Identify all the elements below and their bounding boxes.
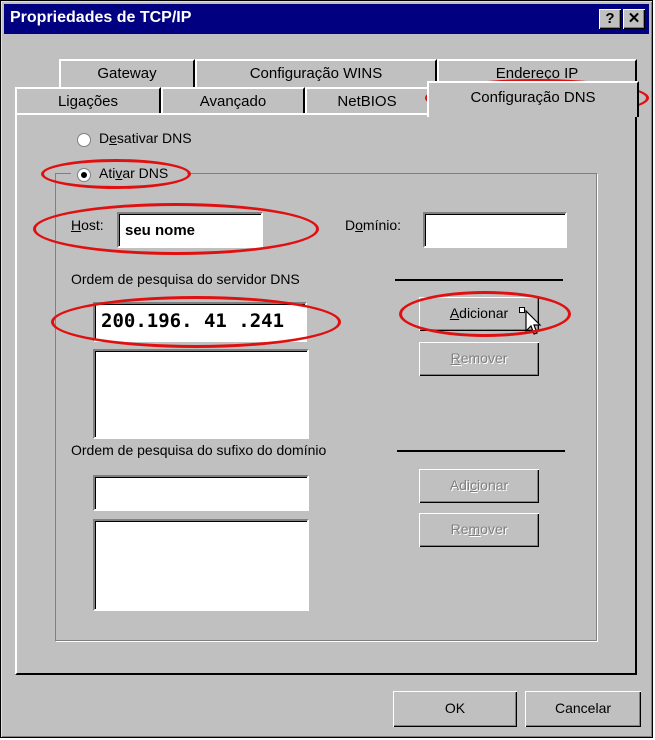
label-part: over <box>480 521 508 537</box>
window-title: Propriedades de TCP/IP <box>10 9 192 26</box>
label-part: sativar DNS <box>116 130 192 146</box>
separator-line <box>397 450 565 452</box>
tab-gateway[interactable]: Gateway <box>59 59 195 87</box>
label-part: D <box>345 217 356 233</box>
help-icon: ? <box>605 10 615 27</box>
title-bar[interactable]: Propriedades de TCP/IP ? ✕ <box>4 4 649 34</box>
disable-dns-label[interactable]: Desativar DNS <box>99 130 192 146</box>
label-part: mínio: <box>362 217 402 233</box>
suffix-order-label: Ordem de pesquisa do sufixo do domínio <box>71 442 327 458</box>
tab-bindings[interactable]: Ligações <box>15 87 161 115</box>
tab-wins[interactable]: Configuração WINS <box>195 59 437 87</box>
tab-label: Configuração WINS <box>249 65 383 82</box>
suffix-list[interactable] <box>93 519 309 611</box>
tab-label: NetBIOS <box>337 93 397 110</box>
tab-label: Ligações <box>57 93 119 110</box>
disable-dns-radio[interactable] <box>77 133 91 147</box>
label-accesskey: o <box>355 217 363 233</box>
button-label: Remover <box>451 350 508 366</box>
remove-suffix-button[interactable]: Remover <box>419 513 539 547</box>
suffix-input[interactable] <box>93 475 309 511</box>
button-label: Cancelar <box>554 700 612 716</box>
button-label: OK <box>444 700 466 716</box>
label-part: Re <box>450 521 469 537</box>
help-button[interactable]: ? <box>599 9 621 29</box>
dns-server-list[interactable] <box>93 349 309 439</box>
tab-label: Gateway <box>97 65 157 82</box>
highlight-enable-dns <box>41 159 191 189</box>
tab-netbios[interactable]: NetBIOS <box>305 87 429 115</box>
tcpip-properties-window: Propriedades de TCP/IP ? ✕ Gateway Confi… <box>0 0 653 738</box>
tab-label: Avançado <box>199 93 267 110</box>
tab-dns-configuration[interactable]: Configuração DNS <box>427 81 639 117</box>
label-accesskey: c <box>470 477 478 493</box>
label-accesskey: e <box>109 130 117 146</box>
domain-label: Domínio: <box>345 217 401 233</box>
ok-button[interactable]: OK <box>393 691 517 727</box>
separator-line <box>395 279 563 281</box>
highlight-host <box>33 203 319 255</box>
tab-advanced[interactable]: Avançado <box>161 87 305 115</box>
label-part: Adi <box>449 477 471 493</box>
close-icon: ✕ <box>627 10 641 27</box>
domain-input[interactable] <box>423 212 567 248</box>
label-part: D <box>99 130 110 146</box>
server-order-label: Ordem de pesquisa do servidor DNS <box>71 271 300 287</box>
close-button[interactable]: ✕ <box>623 9 645 29</box>
highlight-dns-server <box>51 296 341 348</box>
button-label: Remover <box>451 521 508 537</box>
add-suffix-button[interactable]: Adicionar <box>419 469 539 503</box>
highlight-add-button <box>399 291 571 337</box>
label-accesskey: R <box>450 350 461 366</box>
button-label: Adicionar <box>450 477 508 493</box>
cancel-button[interactable]: Cancelar <box>525 691 641 727</box>
remove-dns-server-button[interactable]: Remover <box>419 342 539 376</box>
label-part: ionar <box>477 477 509 493</box>
tab-label: Configuração DNS <box>470 89 596 106</box>
label-accesskey: m <box>468 521 481 537</box>
label-part: emover <box>460 350 508 366</box>
